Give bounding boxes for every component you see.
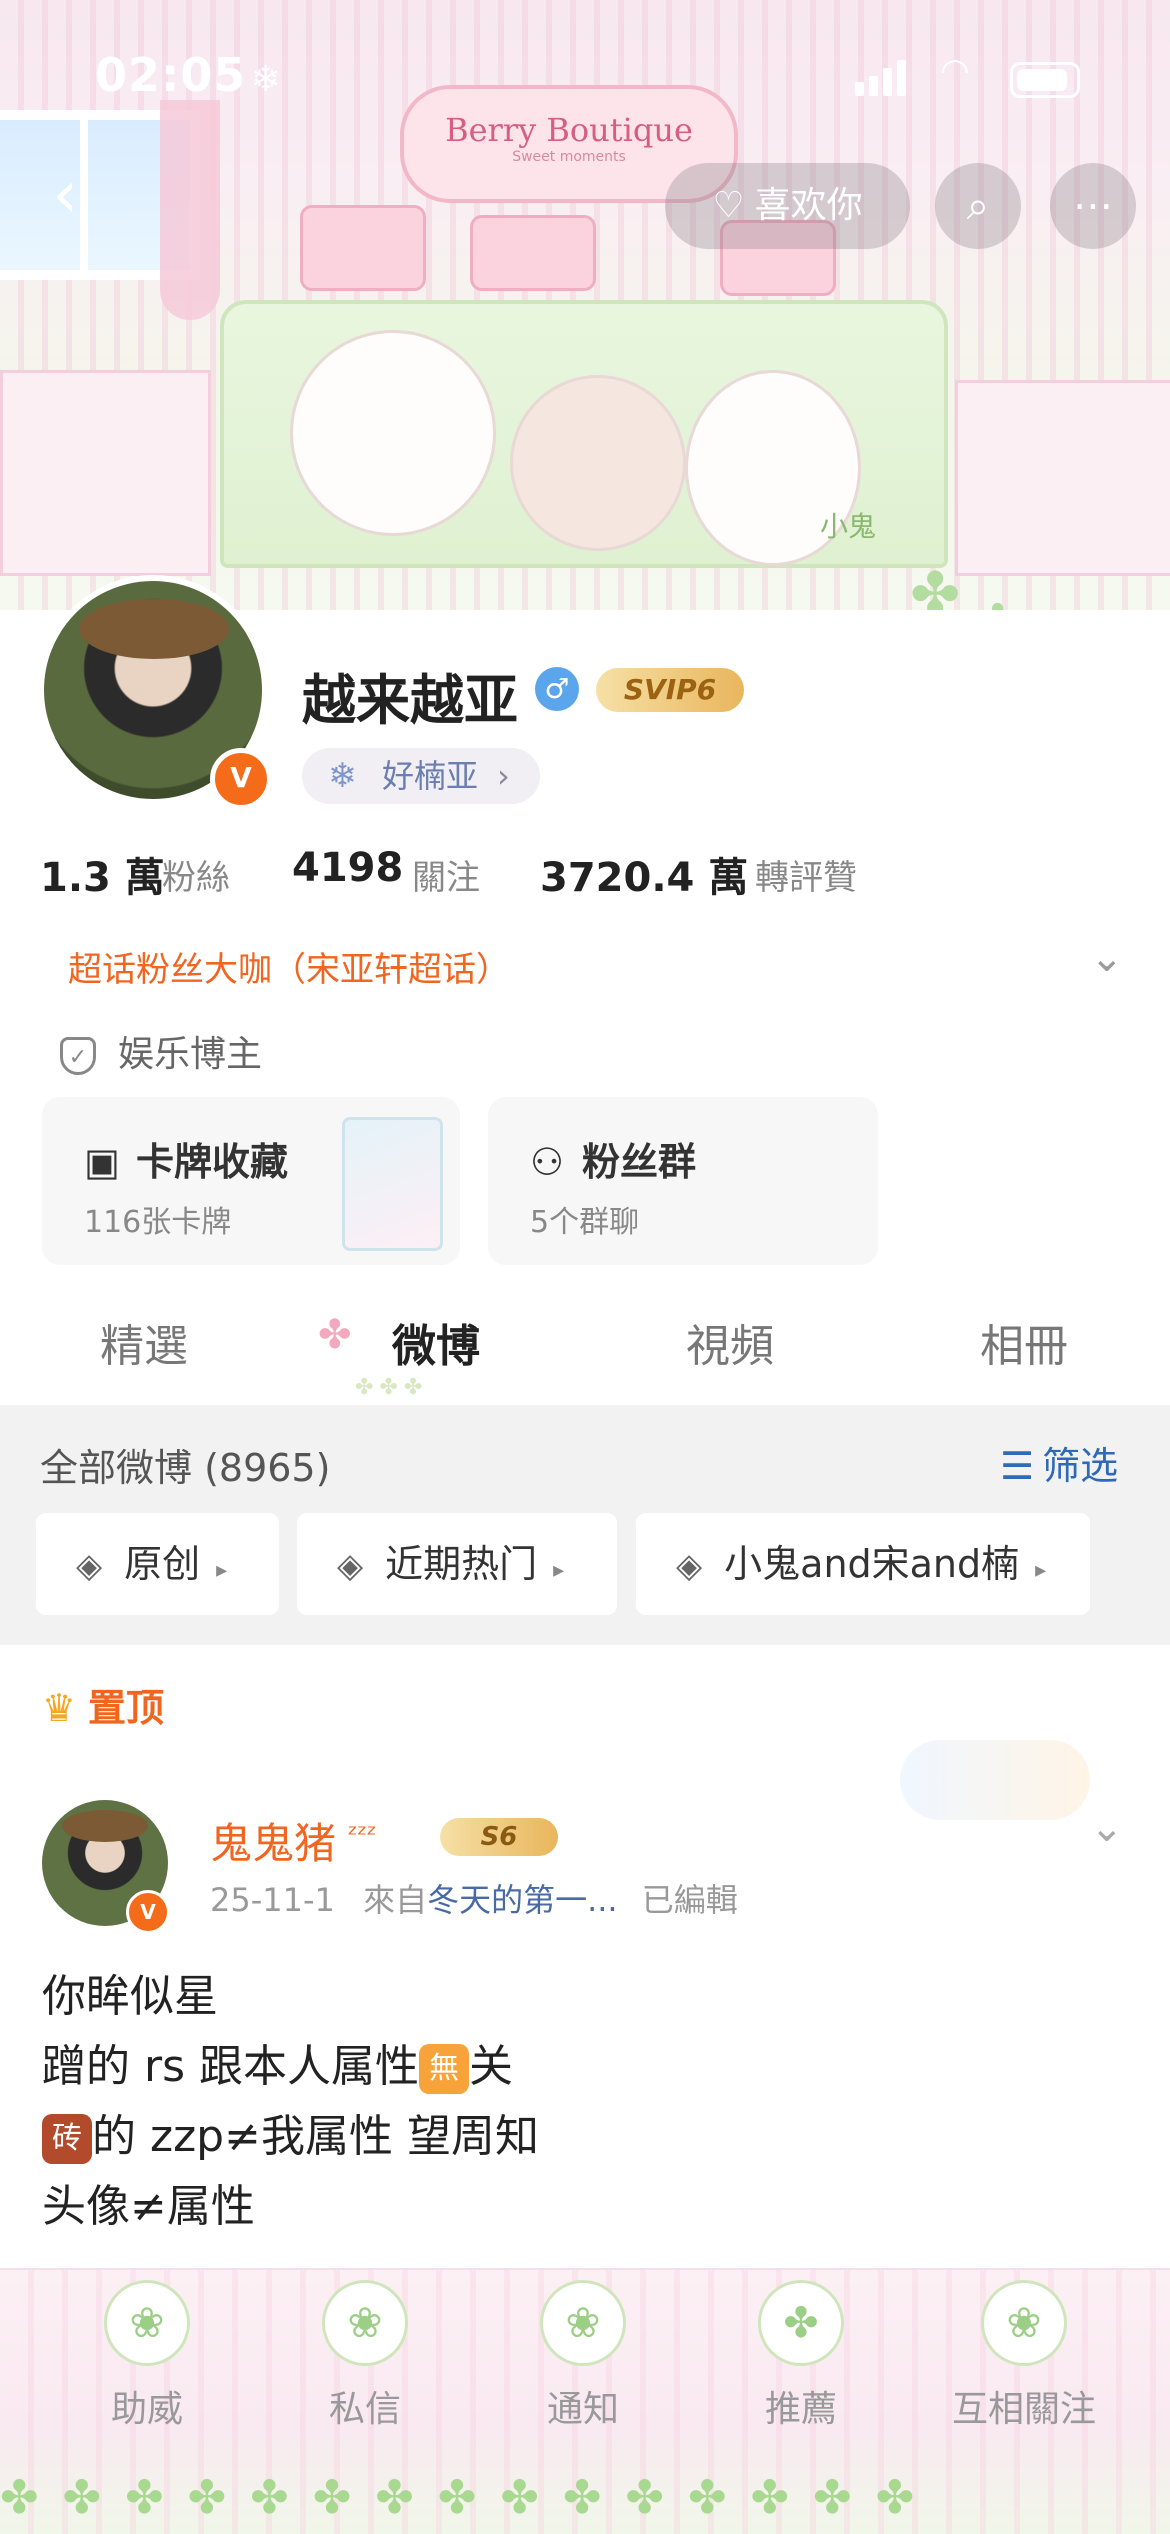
post-author-name[interactable]: 鬼鬼猪 ᶻᶻᶻ — [210, 1810, 377, 1871]
bunny-icon: ❀ — [981, 2280, 1067, 2366]
supertopic-title[interactable]: 超话粉丝大咖（宋亚轩超话） — [68, 942, 510, 991]
tab-weibo[interactable]: 微博 — [392, 1310, 480, 1374]
bottom-tab-recommend[interactable]: ✤ 推薦 — [726, 2280, 876, 2432]
fan-groups-card[interactable]: ⚇ 粉丝群 5个群聊 — [488, 1097, 878, 1265]
tab-albums[interactable]: 相冊 — [980, 1310, 1068, 1374]
chevron-down-icon[interactable]: ⌄ — [1090, 1805, 1124, 1851]
followers-count[interactable]: 1.3 萬 — [40, 845, 165, 903]
bottom-tab-support[interactable]: ❀ 助威 — [72, 2280, 222, 2432]
chevron-down-icon[interactable]: ⌄ — [1090, 935, 1124, 981]
following-label: 關注 — [412, 858, 480, 898]
followers-label: 粉絲 — [162, 858, 230, 898]
more-icon: ⋯ — [1073, 183, 1113, 229]
certification: ✓ 娱乐博主 — [60, 1025, 262, 1077]
bottom-tab-messages[interactable]: ❀ 私信 — [290, 2280, 440, 2432]
pinned-label: ♛ 置顶 — [42, 1686, 165, 1730]
filter-chip-custom[interactable]: ◈ 小鬼and宋and楠 ▸ — [636, 1513, 1090, 1615]
layers-icon: ◈ — [337, 1546, 364, 1586]
clover-icon: ✤ — [758, 2280, 844, 2366]
engagement-label: 轉評贊 — [755, 858, 857, 898]
post-text-line: 头像≠属性 — [42, 2181, 255, 2232]
male-icon: ♂ — [535, 667, 579, 711]
bottom-tab-notifications[interactable]: ❀ 通知 — [508, 2280, 658, 2432]
banner-art-label: 小鬼 — [820, 510, 877, 543]
more-button[interactable]: ⋯ — [1050, 163, 1136, 249]
like-button[interactable]: ♡ 喜欢你 — [665, 163, 910, 249]
no-emoji-icon: 無 — [419, 2044, 469, 2094]
snowflake-icon: ❄ — [250, 59, 282, 100]
filter-chip-recent-hot[interactable]: ◈ 近期热门 ▸ — [297, 1513, 617, 1615]
banner-bear-character — [510, 375, 686, 551]
banner-curtain — [160, 100, 220, 320]
clover-icon: ✤ — [910, 560, 961, 610]
profile-username: 越来越亚 — [302, 669, 518, 732]
fan-chip-label: 好楠亚 — [382, 757, 479, 795]
peach-icon: ♡ — [712, 185, 745, 226]
search-button[interactable]: ⌕ — [935, 163, 1021, 249]
banner-sign-title: Berry Boutique — [445, 111, 693, 149]
verified-badge: V — [210, 748, 272, 810]
card-thumbnail — [342, 1117, 443, 1251]
layers-icon: ◈ — [676, 1546, 703, 1586]
shield-icon: ✓ — [60, 1037, 96, 1075]
following-count[interactable]: 4198 — [292, 845, 403, 891]
tab-featured[interactable]: 精選 — [100, 1310, 188, 1374]
triangle-right-icon: ▸ — [1035, 1558, 1047, 1583]
bottom-tab-mutual-follow[interactable]: ❀ 互相關注 — [944, 2280, 1104, 2432]
banner-shelf-right — [955, 380, 1170, 576]
banner-cake — [470, 215, 596, 291]
banner-dog-character — [290, 330, 496, 536]
card-collection[interactable]: ▣ 卡牌收藏 116张卡牌 — [42, 1097, 460, 1265]
post-text-line: 你眸似星 — [42, 1971, 218, 2022]
engagement-count[interactable]: 3720.4 萬 — [540, 845, 748, 903]
status-time: 02:05 ❄ — [95, 48, 282, 102]
post-source[interactable]: 冬天的第一... — [427, 1881, 618, 1919]
tab-indicator: ✤✤✤ — [355, 1375, 429, 1400]
post-text-line: 蹭的 rs 跟本人属性無关 — [42, 2041, 513, 2094]
filter-button[interactable]: ☰ 筛选 — [1000, 1435, 1118, 1490]
triangle-right-icon: ▸ — [553, 1558, 565, 1583]
banner-sign-sub: Sweet moments — [512, 149, 626, 165]
chevron-left-icon: ‹ — [52, 158, 78, 232]
post-decoration — [900, 1740, 1090, 1820]
chevron-right-icon: › — [497, 757, 510, 795]
svip-badge[interactable]: SVIP6 — [596, 668, 744, 712]
search-icon: ⌕ — [966, 183, 990, 229]
bear-icon: ❀ — [540, 2280, 626, 2366]
fan-group-chip[interactable]: ❄ 好楠亚 › — [302, 748, 540, 804]
post-vip-badge: S6 — [440, 1818, 558, 1856]
post-edited: 已編輯 — [641, 1881, 738, 1919]
banner-shelf-left — [0, 370, 211, 576]
people-icon: ⚇ — [530, 1140, 565, 1184]
filter-chip-original[interactable]: ◈ 原创 ▸ — [36, 1513, 279, 1615]
triangle-right-icon: ▸ — [216, 1558, 228, 1583]
verified-badge: V — [126, 1890, 170, 1934]
bunny-icon: ❀ — [322, 2280, 408, 2366]
brick-emoji-icon: 砖 — [42, 2114, 92, 2164]
battery-icon — [1010, 62, 1080, 98]
all-weibo-count: 全部微博 (8965) — [40, 1446, 331, 1490]
clover-icon: ✤ — [318, 1312, 352, 1358]
clover-icon: ✤ — [980, 595, 1015, 610]
banner-cake — [300, 205, 426, 291]
card-icon: ▣ — [84, 1140, 120, 1184]
post-date: 25-11-1 — [210, 1881, 335, 1919]
layers-icon: ◈ — [76, 1546, 103, 1586]
post-meta: 25-11-1 來自冬天的第一... 已編輯 — [210, 1881, 738, 1919]
filter-icon: ☰ — [1000, 1444, 1035, 1488]
clover-garland: ✤✤✤✤✤✤✤✤✤✤✤✤✤✤✤ — [0, 2470, 939, 2520]
crown-icon: ♛ — [42, 1686, 77, 1730]
snowflake-icon: ❄ — [328, 756, 357, 796]
strawberry-icon: ❀ — [104, 2280, 190, 2366]
wifi-icon: ◠ — [940, 51, 970, 91]
tab-videos[interactable]: 視頻 — [686, 1310, 774, 1374]
post-text-line: 砖的 zzp≠我属性 望周知 — [42, 2100, 539, 2164]
back-button[interactable]: ‹ — [30, 160, 100, 230]
